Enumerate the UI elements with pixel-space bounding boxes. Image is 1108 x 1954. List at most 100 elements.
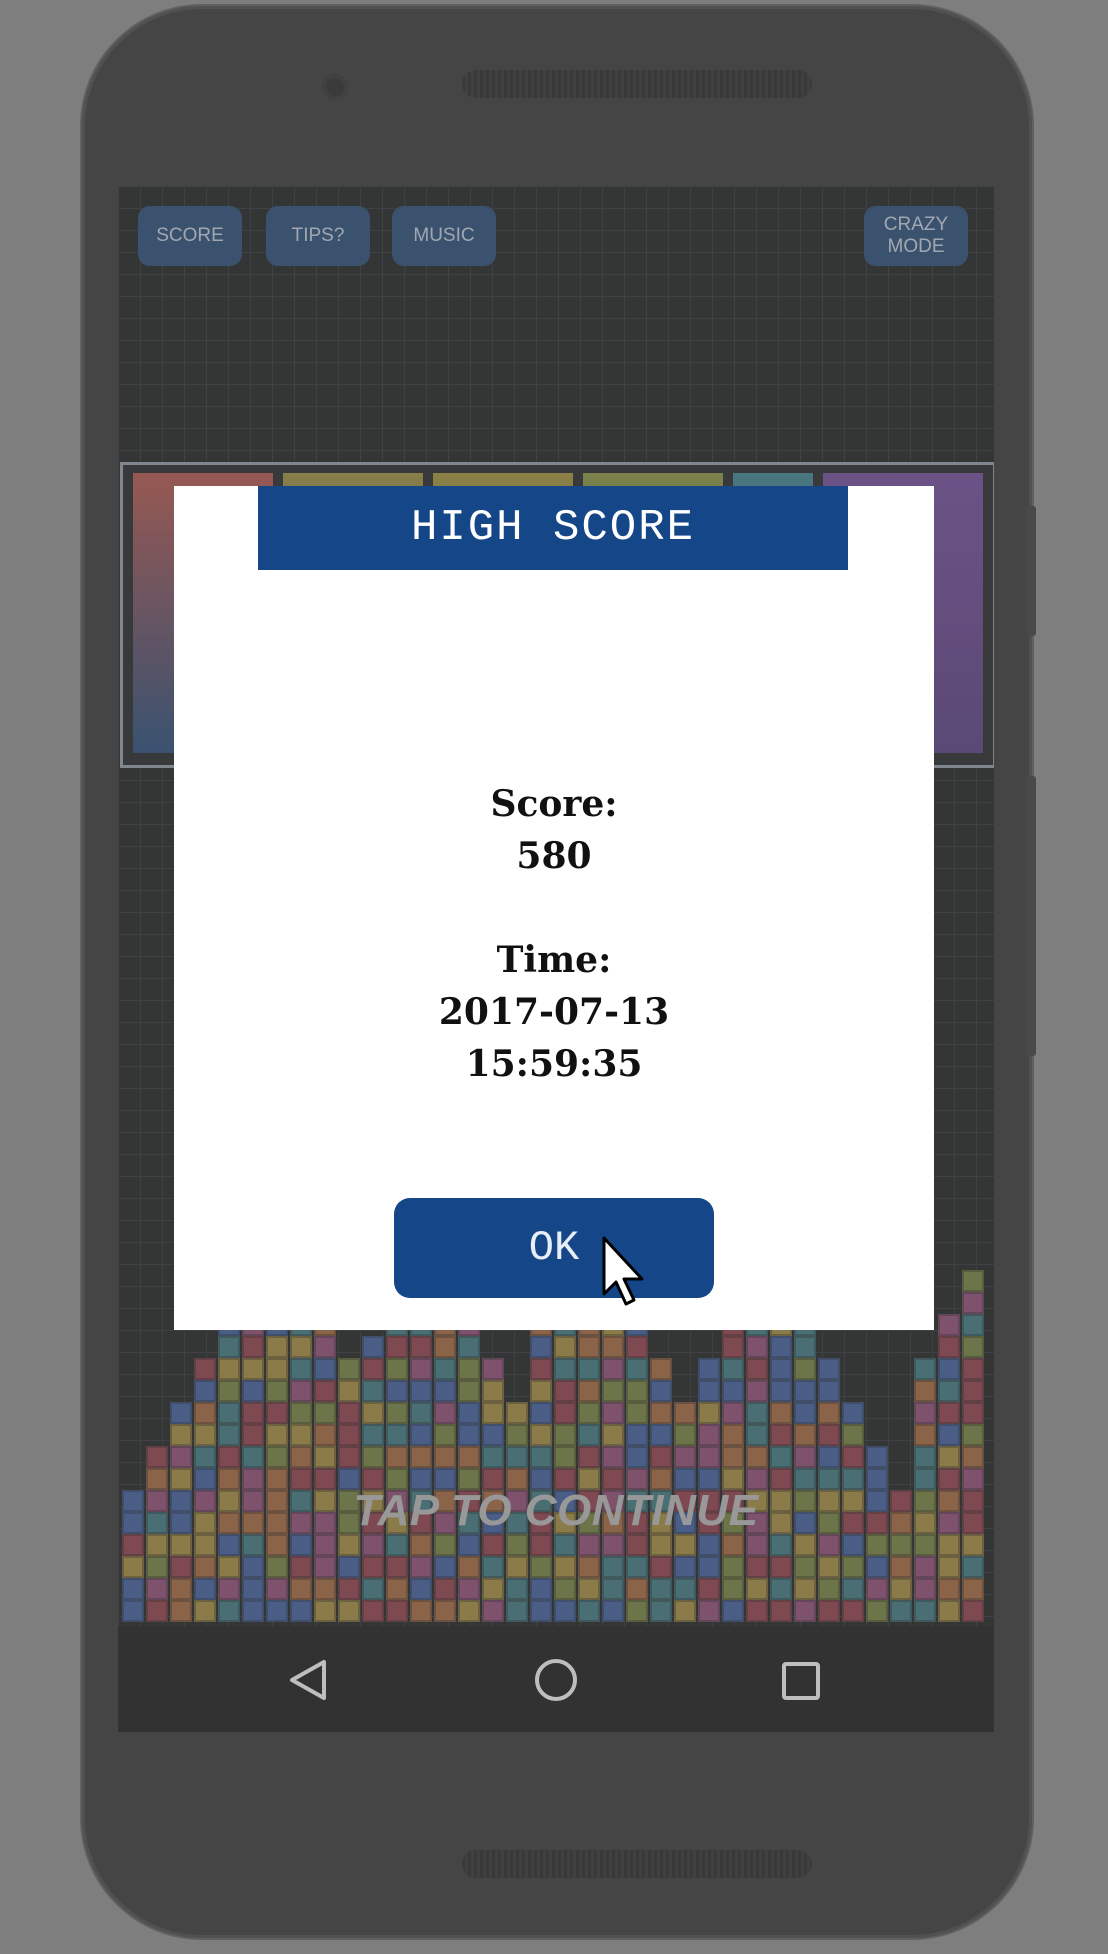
stack-block bbox=[746, 1358, 768, 1380]
stack-block bbox=[218, 1424, 240, 1446]
stack-block bbox=[410, 1380, 432, 1402]
stack-block bbox=[170, 1446, 192, 1468]
stack-block bbox=[314, 1424, 336, 1446]
stack-block bbox=[626, 1424, 648, 1446]
stack-block bbox=[770, 1556, 792, 1578]
stack-block bbox=[794, 1446, 816, 1468]
tap-to-continue-text[interactable]: TAP TO CONTINUE bbox=[118, 1486, 994, 1536]
stack-block bbox=[746, 1402, 768, 1424]
stack-block bbox=[962, 1336, 984, 1358]
stack-block bbox=[626, 1534, 648, 1556]
stack-block bbox=[962, 1446, 984, 1468]
stack-block bbox=[650, 1402, 672, 1424]
stack-block bbox=[890, 1578, 912, 1600]
stack-block bbox=[554, 1600, 576, 1622]
stack-block bbox=[722, 1578, 744, 1600]
stack-block bbox=[770, 1600, 792, 1622]
stack-block bbox=[458, 1534, 480, 1556]
stack-block bbox=[794, 1380, 816, 1402]
stack-block bbox=[914, 1446, 936, 1468]
stack-block bbox=[890, 1534, 912, 1556]
stack-block bbox=[290, 1336, 312, 1358]
stack-block bbox=[578, 1380, 600, 1402]
stack-block bbox=[602, 1446, 624, 1468]
stack-block bbox=[818, 1446, 840, 1468]
stack-block bbox=[314, 1380, 336, 1402]
stack-block bbox=[218, 1358, 240, 1380]
stack-block bbox=[722, 1600, 744, 1622]
stack-block bbox=[674, 1446, 696, 1468]
ok-button[interactable]: OK bbox=[394, 1198, 714, 1298]
stack-block bbox=[218, 1600, 240, 1622]
stack-block bbox=[458, 1556, 480, 1578]
stack-block bbox=[386, 1336, 408, 1358]
time-clock: 15:59:35 bbox=[465, 1043, 643, 1085]
stack-block bbox=[362, 1556, 384, 1578]
stack-block bbox=[386, 1446, 408, 1468]
stack-block bbox=[386, 1556, 408, 1578]
stack-block bbox=[386, 1578, 408, 1600]
stack-block bbox=[626, 1380, 648, 1402]
stack-block bbox=[122, 1534, 144, 1556]
stack-block bbox=[770, 1336, 792, 1358]
stack-block bbox=[722, 1556, 744, 1578]
back-triangle-icon[interactable] bbox=[286, 1658, 330, 1702]
stack-block bbox=[530, 1380, 552, 1402]
stack-block bbox=[506, 1600, 528, 1622]
volume-button bbox=[1026, 506, 1036, 636]
stack-block bbox=[434, 1534, 456, 1556]
recents-square-icon[interactable] bbox=[780, 1660, 822, 1702]
tips-button[interactable]: TIPS? bbox=[266, 206, 370, 266]
stack-block bbox=[194, 1358, 216, 1380]
time-label: Time: bbox=[496, 939, 612, 981]
stack-block bbox=[866, 1446, 888, 1468]
stack-block bbox=[410, 1424, 432, 1446]
stack-block bbox=[866, 1600, 888, 1622]
stack-block bbox=[170, 1556, 192, 1578]
stack-block bbox=[626, 1446, 648, 1468]
stack-block bbox=[242, 1534, 264, 1556]
stack-block bbox=[266, 1380, 288, 1402]
stack-block bbox=[266, 1336, 288, 1358]
stack-block bbox=[242, 1336, 264, 1358]
stack-block bbox=[698, 1600, 720, 1622]
stack-block bbox=[314, 1556, 336, 1578]
stack-block bbox=[674, 1600, 696, 1622]
stack-block bbox=[698, 1556, 720, 1578]
bottom-speaker bbox=[462, 1850, 812, 1878]
stack-block bbox=[650, 1534, 672, 1556]
stack-block bbox=[746, 1556, 768, 1578]
stack-block bbox=[266, 1358, 288, 1380]
stack-block bbox=[410, 1600, 432, 1622]
mouse-cursor-icon bbox=[602, 1236, 644, 1306]
stack-block bbox=[746, 1578, 768, 1600]
stack-block bbox=[794, 1534, 816, 1556]
stack-block bbox=[602, 1336, 624, 1358]
stack-block bbox=[626, 1600, 648, 1622]
stack-block bbox=[818, 1600, 840, 1622]
stack-block bbox=[242, 1380, 264, 1402]
stack-block bbox=[914, 1380, 936, 1402]
stack-block bbox=[866, 1578, 888, 1600]
stack-block bbox=[842, 1600, 864, 1622]
stack-block bbox=[746, 1600, 768, 1622]
stack-block bbox=[434, 1380, 456, 1402]
crazy-mode-button[interactable]: CRAZY MODE bbox=[864, 206, 968, 266]
stack-block bbox=[554, 1534, 576, 1556]
music-button[interactable]: MUSIC bbox=[392, 206, 496, 266]
home-circle-icon[interactable] bbox=[532, 1656, 580, 1704]
stack-block bbox=[578, 1424, 600, 1446]
stack-block bbox=[890, 1600, 912, 1622]
stack-block bbox=[650, 1358, 672, 1380]
stack-block bbox=[938, 1446, 960, 1468]
stack-block bbox=[290, 1600, 312, 1622]
stack-block bbox=[530, 1336, 552, 1358]
score-button[interactable]: SCORE bbox=[138, 206, 242, 266]
stack-block bbox=[794, 1556, 816, 1578]
stack-block bbox=[122, 1556, 144, 1578]
stack-block bbox=[242, 1446, 264, 1468]
stack-block bbox=[266, 1424, 288, 1446]
stack-block bbox=[434, 1446, 456, 1468]
stack-block bbox=[554, 1578, 576, 1600]
top-speaker bbox=[462, 70, 812, 98]
